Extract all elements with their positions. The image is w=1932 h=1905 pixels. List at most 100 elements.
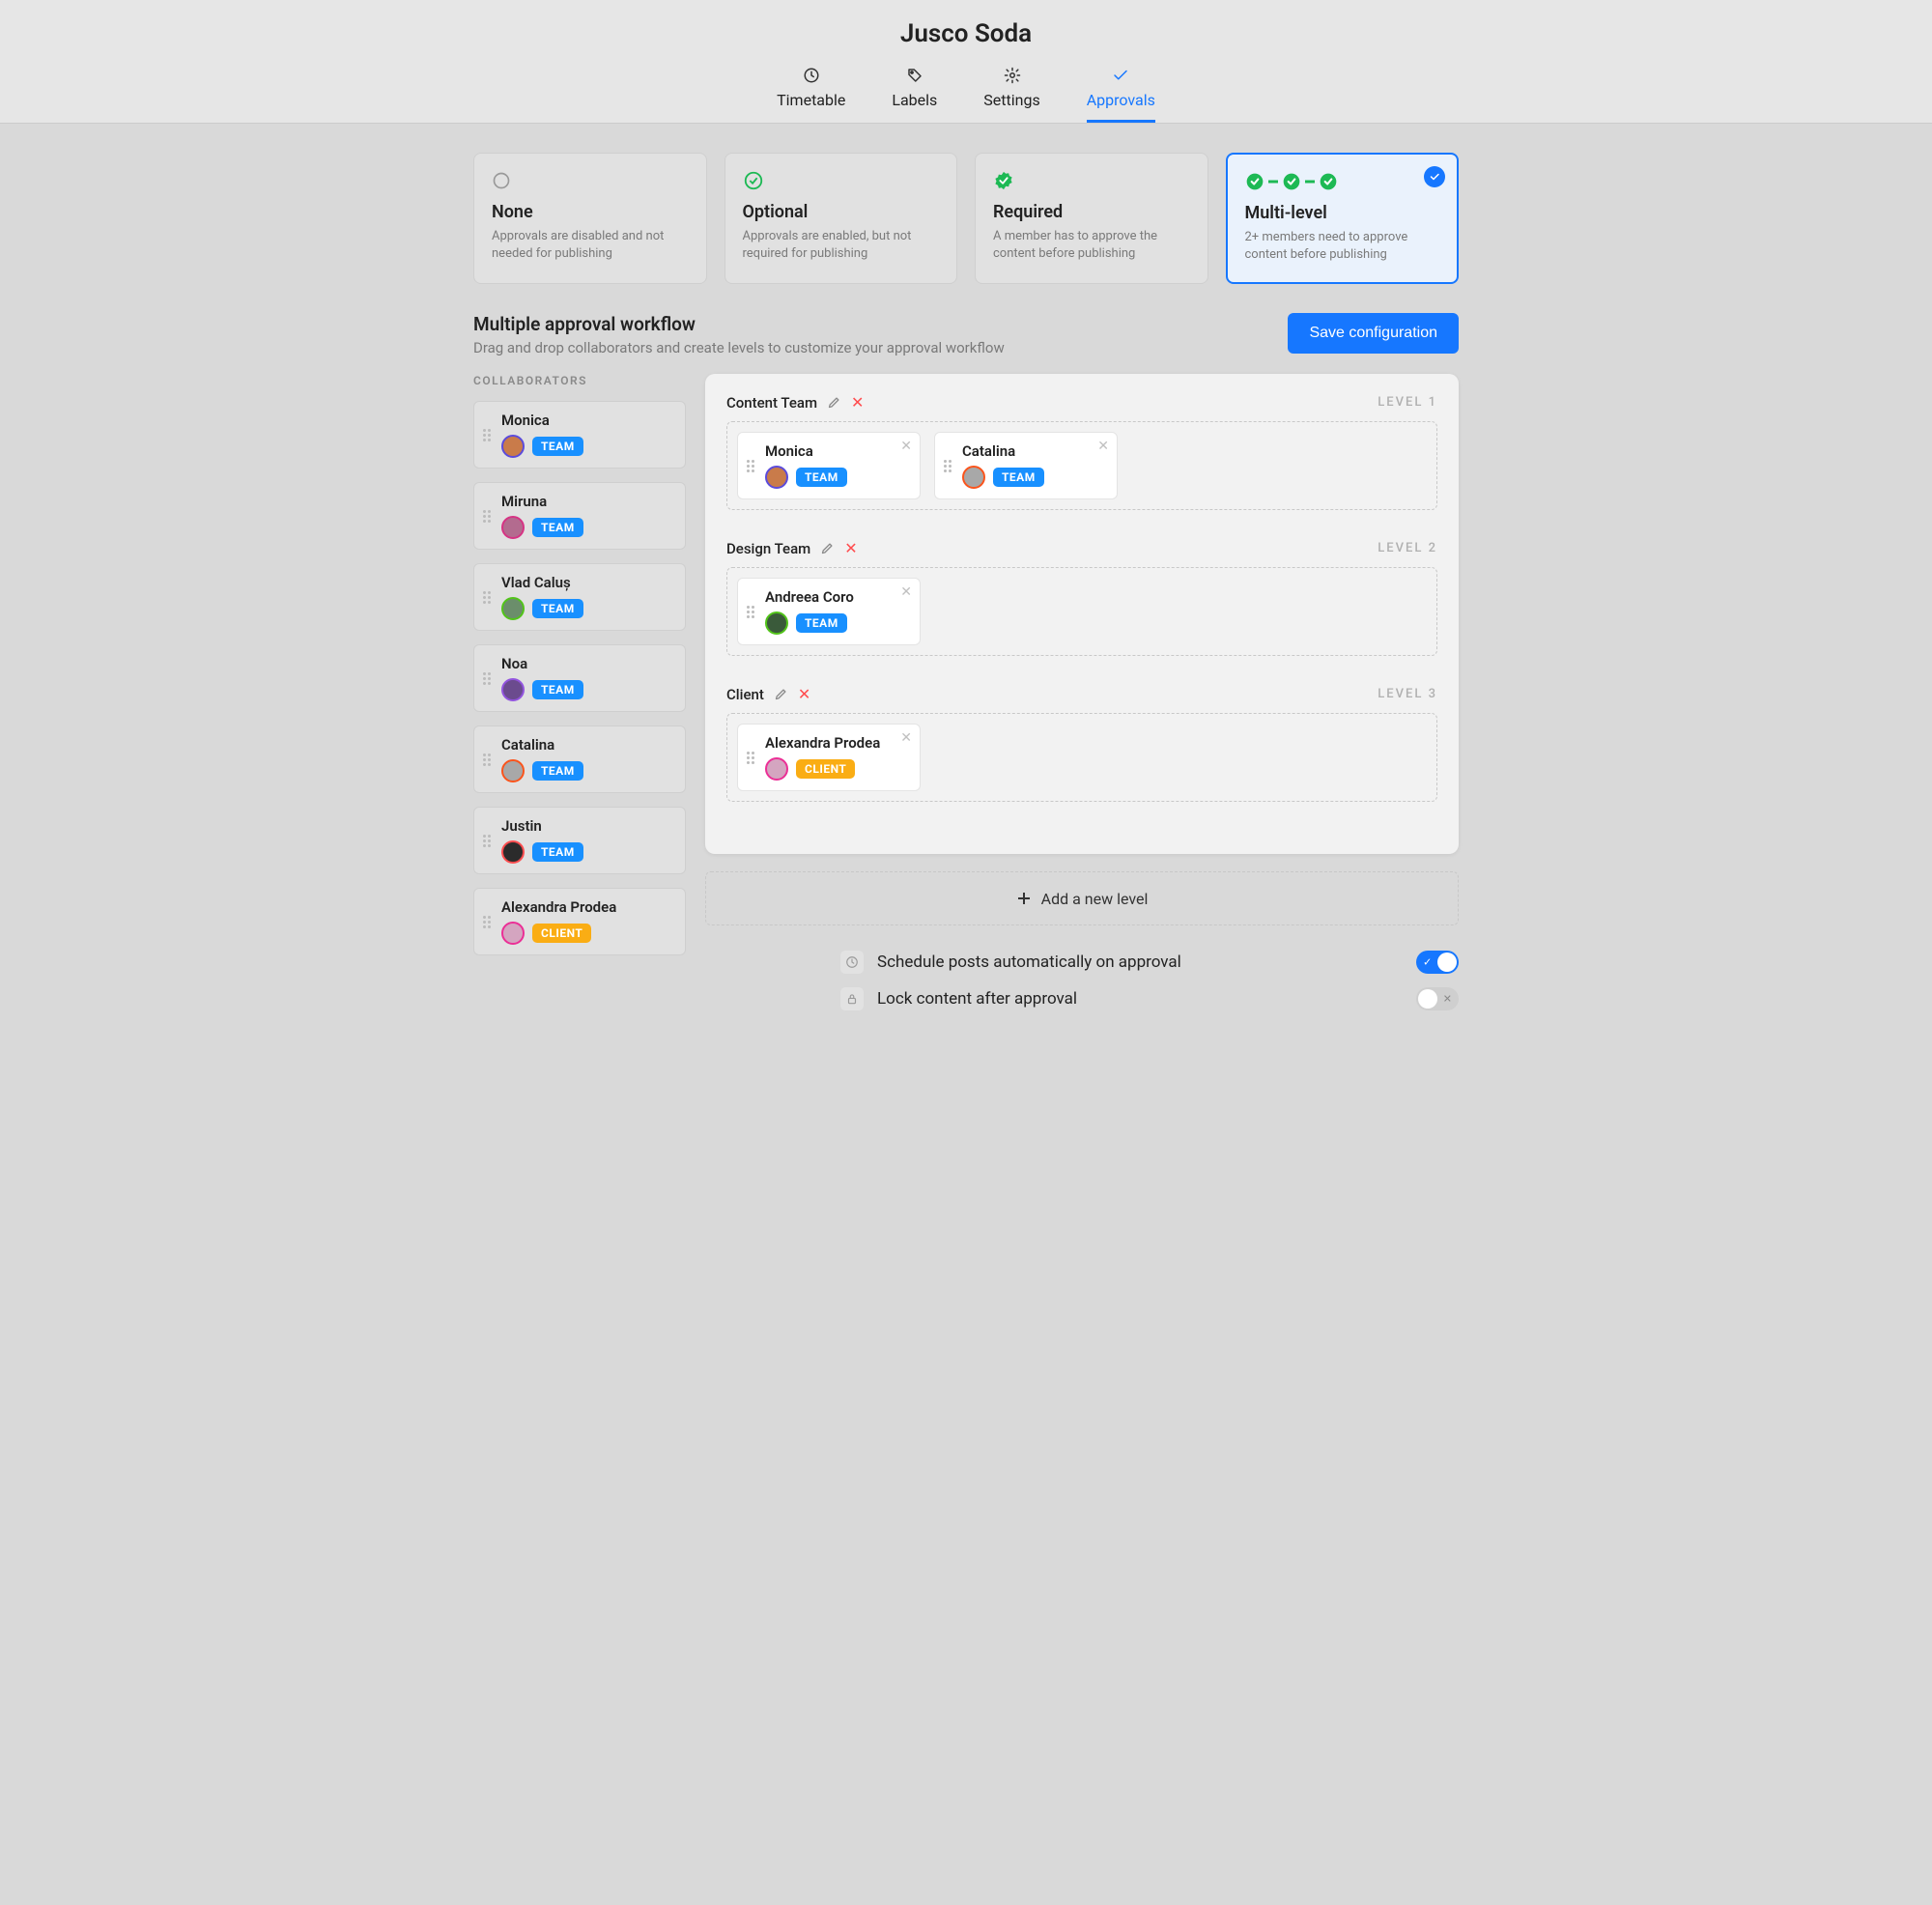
avatar	[501, 597, 525, 620]
avatar	[501, 435, 525, 458]
option-card-multi[interactable]: Multi-level 2+ members need to approve c…	[1226, 153, 1460, 284]
avatar	[501, 678, 525, 701]
drag-handle-icon[interactable]	[480, 591, 494, 604]
option-description: 2+ members need to approve content befor…	[1245, 229, 1440, 263]
drag-handle-icon[interactable]	[744, 460, 757, 472]
remove-member-icon[interactable]: ✕	[900, 584, 912, 600]
level-block: Client ✕ LEVEL 3 ✕ Alexandra Prodea CLIE…	[726, 685, 1437, 802]
remove-member-icon[interactable]: ✕	[1097, 439, 1109, 454]
workflow-header: Multiple approval workflow Drag and drop…	[473, 313, 1459, 356]
collaborator-item[interactable]: Monica TEAM	[473, 401, 686, 469]
level-tag: LEVEL 1	[1378, 395, 1437, 410]
close-icon: ✕	[1443, 993, 1452, 1006]
level-tag: LEVEL 2	[1378, 541, 1437, 555]
setting-row: Schedule posts automatically on approval…	[840, 951, 1459, 974]
option-title: Required	[993, 202, 1190, 222]
role-badge: TEAM	[532, 680, 583, 699]
tab-labels[interactable]: Labels	[892, 66, 937, 123]
person-name: Justin	[501, 817, 673, 835]
drag-handle-icon[interactable]	[480, 510, 494, 523]
clock-icon	[840, 951, 864, 974]
save-configuration-button[interactable]: Save configuration	[1288, 313, 1459, 354]
option-title: Multi-level	[1245, 203, 1440, 223]
option-description: Approvals are enabled, but not required …	[743, 228, 940, 262]
edit-level-button[interactable]	[827, 395, 841, 410]
role-badge: CLIENT	[532, 924, 591, 943]
drag-handle-icon[interactable]	[480, 835, 494, 847]
drag-handle-icon[interactable]	[480, 916, 494, 928]
collaborator-item[interactable]: Vlad Caluș TEAM	[473, 563, 686, 631]
plus-icon	[1016, 891, 1032, 906]
setting-label: Lock content after approval	[877, 989, 1403, 1009]
lock-icon	[840, 987, 864, 1010]
drag-handle-icon[interactable]	[744, 606, 757, 618]
levels-panel: Content Team ✕ LEVEL 1 ✕ Monica TEAM ✕ C…	[705, 374, 1459, 854]
check-icon: ✓	[1423, 956, 1432, 969]
avatar	[501, 516, 525, 539]
toggle-switch[interactable]: ✓	[1416, 951, 1459, 974]
avatar	[962, 466, 985, 489]
role-badge: TEAM	[532, 599, 583, 618]
workflow-heading: Multiple approval workflow	[473, 313, 1005, 335]
option-description: Approvals are disabled and not needed fo…	[492, 228, 689, 262]
check-icon	[1111, 66, 1130, 85]
remove-member-icon[interactable]: ✕	[900, 730, 912, 746]
drag-handle-icon[interactable]	[941, 460, 954, 472]
person-name: Andreea Coro	[765, 588, 908, 606]
person-name: Monica	[501, 412, 673, 429]
delete-level-button[interactable]: ✕	[798, 685, 810, 703]
drag-handle-icon[interactable]	[480, 672, 494, 685]
person-name: Alexandra Prodea	[501, 898, 673, 916]
level-member-chip[interactable]: ✕ Alexandra Prodea CLIENT	[737, 724, 921, 791]
level-dropzone[interactable]: ✕ Andreea Coro TEAM	[726, 567, 1437, 656]
collaborator-item[interactable]: Miruna TEAM	[473, 482, 686, 550]
option-icon	[492, 169, 689, 192]
toggle-switch[interactable]: ✕	[1416, 987, 1459, 1010]
level-block: Design Team ✕ LEVEL 2 ✕ Andreea Coro TEA…	[726, 539, 1437, 656]
role-badge: CLIENT	[796, 759, 855, 779]
person-name: Catalina	[501, 736, 673, 753]
setting-row: Lock content after approval ✕	[840, 987, 1459, 1010]
remove-member-icon[interactable]: ✕	[900, 439, 912, 454]
edit-level-button[interactable]	[820, 541, 835, 555]
level-dropzone[interactable]: ✕ Alexandra Prodea CLIENT	[726, 713, 1437, 802]
add-level-label: Add a new level	[1041, 890, 1149, 908]
level-member-chip[interactable]: ✕ Andreea Coro TEAM	[737, 578, 921, 645]
collaborator-item[interactable]: Justin TEAM	[473, 807, 686, 874]
option-icon	[1245, 170, 1440, 193]
option-card-required[interactable]: Required A member has to approve the con…	[975, 153, 1208, 284]
drag-handle-icon[interactable]	[480, 753, 494, 766]
tabs: Timetable Labels Settings Approvals	[0, 66, 1932, 123]
person-name: Noa	[501, 655, 673, 672]
level-tag: LEVEL 3	[1378, 687, 1437, 701]
option-title: None	[492, 202, 689, 222]
tab-timetable[interactable]: Timetable	[777, 66, 845, 123]
avatar	[501, 759, 525, 782]
collaborator-item[interactable]: Catalina TEAM	[473, 725, 686, 793]
collaborator-item[interactable]: Noa TEAM	[473, 644, 686, 712]
setting-label: Schedule posts automatically on approval	[877, 952, 1403, 972]
role-badge: TEAM	[532, 842, 583, 862]
delete-level-button[interactable]: ✕	[851, 393, 864, 412]
workflow-subheading: Drag and drop collaborators and create l…	[473, 339, 1005, 356]
collaborator-item[interactable]: Alexandra Prodea CLIENT	[473, 888, 686, 955]
tab-label: Timetable	[777, 91, 845, 109]
avatar	[765, 611, 788, 635]
tab-settings[interactable]: Settings	[983, 66, 1039, 123]
role-badge: TEAM	[532, 761, 583, 781]
tab-approvals[interactable]: Approvals	[1087, 66, 1155, 123]
delete-level-button[interactable]: ✕	[844, 539, 857, 557]
option-card-optional[interactable]: Optional Approvals are enabled, but not …	[724, 153, 958, 284]
level-member-chip[interactable]: ✕ Catalina TEAM	[934, 432, 1118, 499]
option-card-none[interactable]: None Approvals are disabled and not need…	[473, 153, 707, 284]
level-dropzone[interactable]: ✕ Monica TEAM ✕ Catalina TEAM	[726, 421, 1437, 510]
edit-level-button[interactable]	[774, 687, 788, 701]
topbar: Jusco Soda TimetableLabelsSettingsApprov…	[0, 0, 1932, 124]
avatar	[501, 840, 525, 864]
drag-handle-icon[interactable]	[744, 752, 757, 764]
add-level-button[interactable]: Add a new level	[705, 871, 1459, 925]
avatar	[765, 757, 788, 781]
drag-handle-icon[interactable]	[480, 429, 494, 441]
level-member-chip[interactable]: ✕ Monica TEAM	[737, 432, 921, 499]
gear-icon	[1003, 66, 1022, 85]
